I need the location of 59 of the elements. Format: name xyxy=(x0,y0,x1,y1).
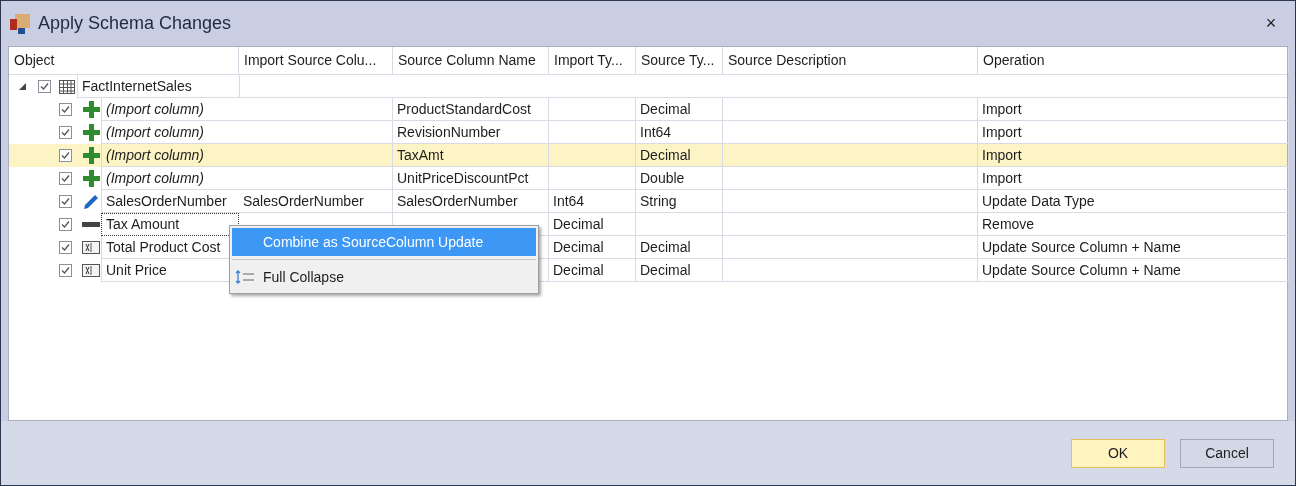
column-header[interactable]: Object xyxy=(9,47,239,74)
column-header[interactable]: Source Ty... xyxy=(636,47,723,74)
table-cell: Remove xyxy=(978,213,1289,236)
checkbox[interactable] xyxy=(59,241,72,254)
table-cell: Decimal xyxy=(549,213,636,236)
table-cell: TaxAmt xyxy=(393,144,549,167)
expander-icon[interactable] xyxy=(19,83,26,90)
table-icon xyxy=(59,79,75,94)
checkbox[interactable] xyxy=(59,218,72,231)
object-cell: SalesOrderNumber xyxy=(101,190,239,213)
checkbox[interactable] xyxy=(59,103,72,116)
table-cell: Update Data Type xyxy=(978,190,1289,213)
plus-icon xyxy=(82,147,100,164)
checkbox[interactable] xyxy=(59,149,72,162)
column-header[interactable]: Operation xyxy=(978,47,1289,74)
column-icon xyxy=(82,264,100,277)
table-cell: Import xyxy=(978,98,1289,121)
column-header[interactable]: Source Description xyxy=(723,47,978,74)
minus-icon xyxy=(82,222,100,227)
table-cell: Decimal xyxy=(549,236,636,259)
plus-icon xyxy=(82,170,100,187)
table-cell: Import xyxy=(978,144,1289,167)
ok-button[interactable]: OK xyxy=(1071,438,1165,468)
window-title: Apply Schema Changes xyxy=(38,12,232,35)
plus-icon xyxy=(82,101,100,118)
table-cell: Update Source Column + Name xyxy=(978,236,1289,259)
checkbox[interactable] xyxy=(59,195,72,208)
table-cell: SalesOrderNumber xyxy=(239,190,393,213)
table-cell: ProductStandardCost xyxy=(393,98,549,121)
column-header[interactable]: Import Source Colu... xyxy=(239,47,393,74)
cancel-button[interactable]: Cancel xyxy=(1180,438,1274,468)
table-cell: Double xyxy=(636,167,723,190)
column-header[interactable]: Source Column Name xyxy=(393,47,549,74)
table-cell: Decimal xyxy=(636,236,723,259)
collapse-icon xyxy=(235,270,255,284)
checkbox[interactable] xyxy=(38,80,51,93)
object-cell: (Import column) xyxy=(101,167,239,190)
table-cell: String xyxy=(636,190,723,213)
checkbox[interactable] xyxy=(59,126,72,139)
table-cell: Decimal xyxy=(636,259,723,282)
table-cell: Import xyxy=(978,167,1289,190)
column-header[interactable]: Import Ty... xyxy=(549,47,636,74)
table-cell: UnitPriceDiscountPct xyxy=(393,167,549,190)
table-cell: Decimal xyxy=(549,259,636,282)
object-cell: (Import column) xyxy=(101,98,239,121)
object-cell: FactInternetSales xyxy=(77,75,239,98)
checkbox[interactable] xyxy=(59,172,72,185)
close-button[interactable]: × xyxy=(1256,8,1286,39)
app-logo-icon xyxy=(10,13,30,34)
table-cell: Decimal xyxy=(636,98,723,121)
plus-icon xyxy=(82,124,100,141)
checkbox[interactable] xyxy=(59,264,72,277)
pencil-icon xyxy=(83,193,99,210)
table-cell: Decimal xyxy=(636,144,723,167)
object-cell: (Import column) xyxy=(101,144,239,167)
table-cell: Int64 xyxy=(549,190,636,213)
table-cell: SalesOrderNumber xyxy=(393,190,549,213)
column-icon xyxy=(82,241,100,254)
table-cell: Update Source Column + Name xyxy=(978,259,1289,282)
